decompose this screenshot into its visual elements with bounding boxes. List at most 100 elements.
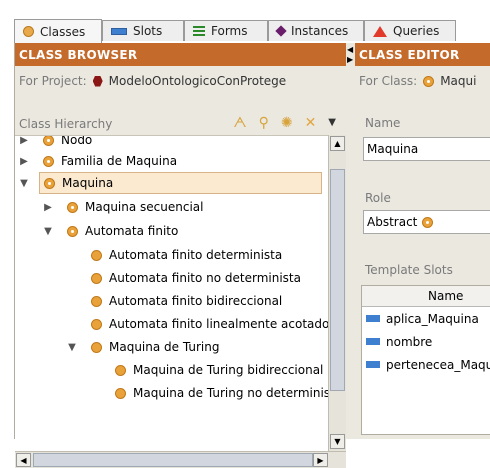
table-row[interactable]: pertenecea_Maqui <box>362 353 490 376</box>
project-name: ModeloOntologicoConProtege <box>108 74 287 88</box>
tree-item-label: Maquina secuencial <box>85 200 204 214</box>
query-icon <box>373 25 387 37</box>
class-icon <box>23 26 34 37</box>
tree-item-label: Familia de Maquina <box>61 154 178 168</box>
slots-column-header[interactable]: Name <box>362 286 490 307</box>
find-class-icon[interactable]: ᗅ <box>233 116 246 130</box>
tree-item-label: Maquina de Turing no determinist <box>133 386 328 400</box>
project-label: For Project: <box>19 74 87 88</box>
tree-item[interactable]: Maquina de Turing no determinist <box>115 382 328 404</box>
slot-icon <box>366 361 380 368</box>
expanded-toggle-icon[interactable]: ▼ <box>19 178 29 189</box>
collapse-right-icon[interactable]: ▶ <box>347 55 353 64</box>
vertical-scroll-thumb[interactable] <box>330 169 345 391</box>
horizontal-scroll-thumb[interactable] <box>33 453 313 467</box>
tab-instances[interactable]: Instances <box>268 20 364 41</box>
class-tree: ▶ Nodo ▶ Familia de Maquina ▼ Maquina ▶ … <box>15 135 328 452</box>
expanded-toggle-icon[interactable]: ▼ <box>43 226 53 237</box>
abstract-class-icon <box>422 216 434 228</box>
table-row[interactable]: nombre <box>362 330 490 353</box>
tab-label: Instances <box>291 24 349 38</box>
role-select[interactable]: Abstract <box>363 210 490 234</box>
slot-name: aplica_Maquina <box>386 311 479 326</box>
scroll-down-icon[interactable]: ▼ <box>330 434 345 449</box>
class-icon <box>91 295 102 307</box>
tree-item-selected[interactable]: Maquina <box>39 172 322 194</box>
class-icon <box>115 387 126 399</box>
class-hierarchy-label: Class Hierarchy <box>19 117 113 131</box>
delete-class-icon[interactable]: ✕ <box>305 116 317 130</box>
hierarchy-toolbar: ᗅ ⚲ ✺ ✕ ▼ <box>233 116 336 130</box>
project-row: For Project: ModeloOntologicoConProtege <box>15 66 346 96</box>
role-label: Role <box>365 191 391 205</box>
template-slots-label: Template Slots <box>365 263 453 277</box>
tree-item[interactable]: ▶ Maquina secuencial <box>43 196 203 218</box>
forms-icon <box>193 26 205 36</box>
slot-name: nombre <box>386 334 433 349</box>
panel-splitter[interactable]: ◀ ▶ <box>346 43 355 439</box>
class-hierarchy-header: Class Hierarchy ᗅ ⚲ ✺ ✕ ▼ <box>15 113 346 135</box>
tree-item-label: Maquina de Turing bidireccional <box>133 363 324 377</box>
project-icon <box>92 75 103 87</box>
tab-slots[interactable]: Slots <box>102 20 184 41</box>
class-browser-panel: CLASS BROWSER For Project: ModeloOntolog… <box>14 43 346 468</box>
tree-item-label: Nodo <box>61 135 93 147</box>
tab-label: Queries <box>393 24 440 38</box>
tab-forms[interactable]: Forms <box>184 20 268 41</box>
collapsed-toggle-icon[interactable]: ▶ <box>19 136 29 146</box>
class-editor-header: CLASS EDITOR <box>355 43 490 66</box>
tree-item-label: Automata finito bidireccional <box>109 294 283 308</box>
tree-item[interactable]: Automata finito determinista <box>91 244 282 266</box>
scroll-up-icon[interactable]: ▲ <box>330 136 345 151</box>
name-label: Name <box>365 116 401 130</box>
tab-classes[interactable]: Classes <box>14 19 102 43</box>
class-icon <box>67 225 78 237</box>
scroll-right-icon[interactable]: ▶ <box>313 453 328 467</box>
tree-item[interactable]: Automata finito linealmente acotado <box>91 313 328 335</box>
tree-vertical-scrollbar[interactable]: ▲ ▼ <box>328 135 346 451</box>
scroll-left-icon[interactable]: ◀ <box>16 453 31 467</box>
expanded-toggle-icon[interactable]: ▼ <box>67 342 77 353</box>
class-icon <box>91 249 102 261</box>
role-value: Abstract <box>367 215 418 229</box>
tree-item[interactable]: ▼ Automata finito <box>43 220 178 242</box>
tree-item[interactable]: ▶ Nodo <box>19 135 93 151</box>
class-icon <box>423 75 435 87</box>
name-value: Maquina <box>367 142 419 156</box>
chevron-down-icon[interactable]: ▼ <box>328 116 336 130</box>
for-class-row: For Class: Maqui <box>355 66 490 96</box>
tree-item[interactable]: Maquina de Turing bidireccional <box>115 359 323 381</box>
tab-bar: Classes Slots Forms Instances Queries <box>0 0 490 43</box>
tree-item-label: Automata finito linealmente acotado <box>109 317 328 331</box>
tree-item-label: Automata finito determinista <box>109 248 283 262</box>
class-icon <box>43 136 54 146</box>
slot-name: pertenecea_Maqui <box>386 357 490 372</box>
add-class-icon[interactable]: ✺ <box>281 116 293 130</box>
class-icon <box>91 272 102 284</box>
tab-label: Classes <box>40 24 86 39</box>
class-icon <box>91 318 102 330</box>
tree-item-label: Automata finito no determinista <box>109 271 301 285</box>
class-icon <box>43 155 54 167</box>
table-row[interactable]: aplica_Maquina <box>362 307 490 330</box>
class-browser-header: CLASS BROWSER <box>15 43 346 66</box>
collapse-left-icon[interactable]: ◀ <box>347 45 353 54</box>
collapsed-toggle-icon[interactable]: ▶ <box>43 202 53 213</box>
tree-item[interactable]: ▼ Maquina de Turing <box>67 336 219 358</box>
tree-item[interactable]: Automata finito bidireccional <box>91 290 282 312</box>
tree-item-label: Automata finito <box>85 224 179 238</box>
class-icon <box>67 201 78 213</box>
create-subclass-icon[interactable]: ⚲ <box>259 116 269 130</box>
collapsed-toggle-icon[interactable]: ▶ <box>19 156 29 167</box>
tree-item[interactable]: ▶ Familia de Maquina <box>19 150 177 172</box>
class-icon <box>44 177 55 189</box>
tree-item[interactable]: Automata finito no determinista <box>91 267 301 289</box>
class-editor-panel: CLASS EDITOR For Class: Maqui Name Maqui… <box>355 43 490 439</box>
tab-label: Slots <box>133 24 163 38</box>
tree-horizontal-scrollbar[interactable]: ◀ ▶ <box>15 451 346 468</box>
slot-icon <box>111 27 127 35</box>
class-icon <box>115 364 126 376</box>
for-class-label: For Class: <box>359 74 418 88</box>
tab-queries[interactable]: Queries <box>364 20 456 41</box>
name-field[interactable]: Maquina <box>363 137 490 161</box>
